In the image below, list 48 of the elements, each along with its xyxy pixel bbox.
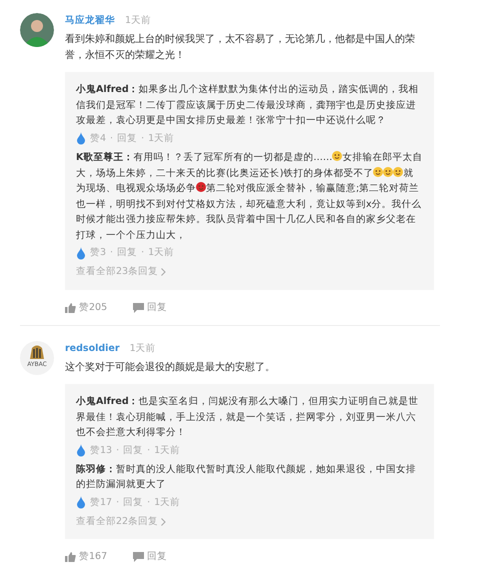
comment-time: 1天前 <box>125 15 152 26</box>
reply-time: 1天前 <box>148 132 174 146</box>
like-count[interactable]: 赞4 <box>90 132 106 146</box>
like-button[interactable]: 赞205 <box>65 300 108 315</box>
separator-dot: · <box>141 246 144 260</box>
view-all-link[interactable]: 查看全部23条回复 <box>76 265 166 280</box>
reply-link[interactable]: 回复 <box>123 444 144 458</box>
reply-text: 陈羽修：暂时真的没人能取代暂时真没人能取代颜妮，她如果退役，中国女排的拦防漏洞就更大了 <box>76 462 417 492</box>
separator-dot: · <box>110 132 114 146</box>
speech-bubble-icon <box>133 302 144 313</box>
reply-time: 1天前 <box>154 496 180 510</box>
separator-dot: · <box>147 496 150 510</box>
reply-text: 小鬼Alfred：也是实至名归，闫妮没有那么大嗓门，但用实力证明自己就是世界最佳！袁心玥能喊，手上没活，就是一个笑话，拦网零分，刘亚男一米八六也不会拦意大利得零分！ <box>76 395 420 440</box>
chevron-right-icon <box>161 268 166 276</box>
user-name[interactable]: redsoldier <box>65 342 120 354</box>
like-count[interactable]: 赞17 <box>90 496 112 510</box>
logo-icon <box>29 344 45 360</box>
comment-time: 1天前 <box>130 342 156 354</box>
reply-link[interactable]: 回复 <box>123 496 144 510</box>
drop-icon <box>76 444 86 458</box>
drop-icon <box>76 246 86 260</box>
photo-placeholder <box>20 13 54 47</box>
separator-dot: · <box>110 246 114 260</box>
drop-icon <box>76 496 86 510</box>
reply-link[interactable]: 回复 <box>117 246 138 260</box>
like-count[interactable]: 赞13 <box>90 444 112 458</box>
speech-bubble-icon <box>133 552 144 562</box>
separator-dot: · <box>116 496 120 510</box>
chevron-right-icon <box>161 518 166 526</box>
reply-button[interactable]: 回复 <box>133 300 168 315</box>
user-name[interactable]: 马应龙翟华 <box>65 15 115 26</box>
like-count[interactable]: 赞3 <box>90 246 106 260</box>
view-all-link[interactable]: 查看全部22条回复 <box>76 515 166 530</box>
thumbs-up-icon <box>65 302 76 313</box>
reply-button[interactable]: 回复 <box>133 550 168 564</box>
separator-dot: · <box>147 444 150 458</box>
separator-dot: · <box>116 444 120 458</box>
thumbs-up-icon <box>65 552 76 562</box>
comment-text: 这个奖对于可能会退役的颜妮是最大的安慰了。 <box>65 360 276 375</box>
reply-time: 1天前 <box>154 444 180 458</box>
reply-text: 小鬼Alfred：如果多出几个这样默默为集体付出的运动员，踏实低调的，我相信我们是冠军！二传丁霞应该属于历史二传最没球商，龚翔宇也是历史接应进攻最差，袁心玥更是中国女排历史最差！张常宁十扣一中还说什么呢？ <box>76 83 420 128</box>
comment-text: 看到朱婷和颜妮上台的时候我哭了，太不容易了，无论第几，他都是中国人的荣誉，永恒不灭的荣耀之光！ <box>65 32 416 64</box>
like-button[interactable]: 赞167 <box>65 550 108 564</box>
reply-time: 1天前 <box>148 246 174 260</box>
drop-icon <box>76 132 86 146</box>
separator-dot: · <box>141 132 144 146</box>
reply-text: K歌至尊王：有用吗！？丢了冠军所有的一切都是虚的…… 女排输在郎平太自大，场场上朱婷，二十来天的比赛(比奥运还长)铁打的身体都受不了 就为现场、电视观众场场必争 第二轮对俄应派全替补，输赢随意;第二轮对荷兰也一样，明明找不到对付艾格奴方法，却死磕意大利，竟让奴等到x分。我什么时候才能出强力接应帮朱婷。我队员背着中国十几亿人民和各自的家乡父老在打球，一个个压力山大， <box>76 150 423 242</box>
reply-link[interactable]: 回复 <box>117 132 138 146</box>
